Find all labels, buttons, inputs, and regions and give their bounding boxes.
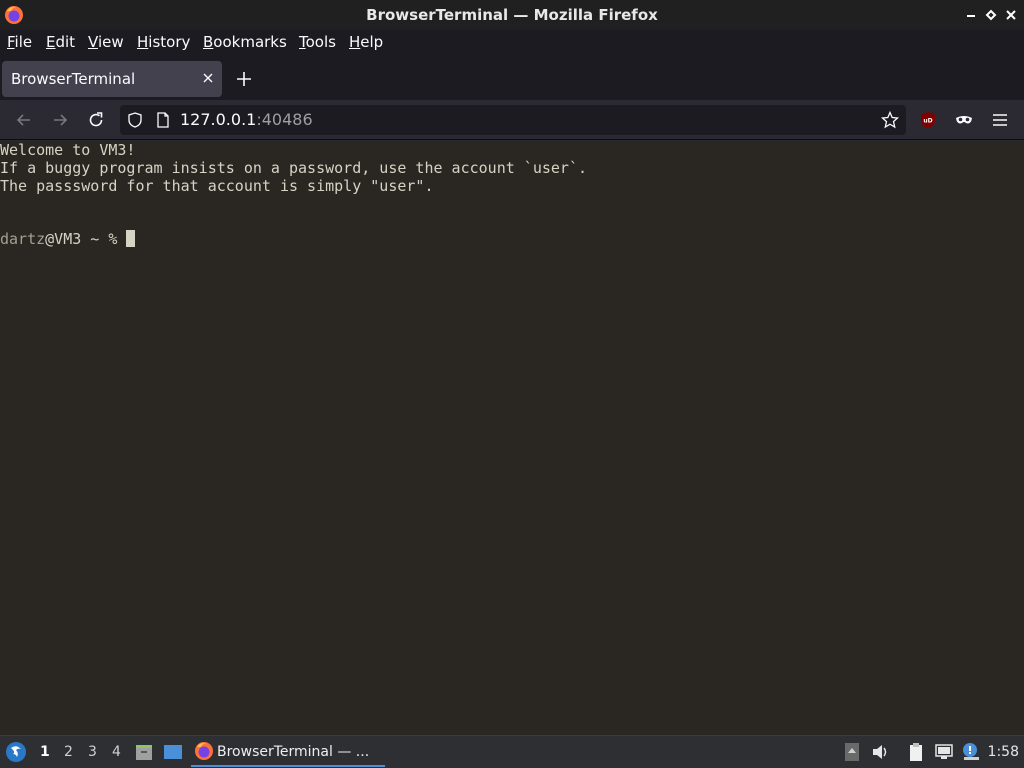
menu-edit[interactable]: Edit (46, 33, 75, 51)
firefox-icon (195, 742, 213, 760)
page-info-icon[interactable] (155, 112, 171, 128)
menu-tools[interactable]: Tools (299, 33, 336, 51)
workspace-3[interactable]: 3 (88, 744, 97, 760)
restore-icon[interactable] (982, 6, 1000, 24)
menu-bar: File Edit View History Bookmarks Tools H… (0, 30, 1024, 56)
window-titlebar: BrowserTerminal — Mozilla Firefox (0, 0, 1024, 30)
menu-history[interactable]: History (137, 33, 190, 51)
start-menu-icon[interactable] (5, 741, 27, 763)
close-tab-icon[interactable] (200, 70, 216, 86)
clipboard-icon[interactable] (906, 742, 926, 762)
private-browsing-mask-icon[interactable] (954, 110, 974, 130)
window-title: BrowserTerminal — Mozilla Firefox (366, 6, 658, 24)
terminal-line: Welcome to VM3! (0, 141, 136, 159)
file-manager-icon[interactable] (134, 742, 154, 762)
svg-text:uD: uD (923, 118, 932, 125)
scroll-up-icon[interactable] (842, 742, 862, 762)
workspace-2[interactable]: 2 (64, 744, 73, 760)
minimize-icon[interactable] (962, 6, 980, 24)
workspace-1[interactable]: 1 (40, 744, 50, 760)
prompt-username: dartz (0, 230, 46, 248)
taskbar-task-label: BrowserTerminal — ... (217, 744, 370, 760)
back-icon[interactable] (14, 110, 34, 130)
url-bar[interactable]: 127.0.0.1:40486 (120, 105, 906, 135)
tracking-protection-shield-icon[interactable] (127, 112, 143, 128)
network-icon[interactable] (934, 742, 954, 762)
menu-file[interactable]: File (7, 33, 32, 51)
close-window-icon[interactable] (1002, 6, 1020, 24)
workspace-4[interactable]: 4 (112, 744, 121, 760)
terminal-area[interactable]: Welcome to VM3! If a buggy program insis… (0, 141, 1024, 735)
taskbar-task-firefox[interactable]: BrowserTerminal — ... (191, 738, 385, 767)
menu-help[interactable]: Help (349, 33, 383, 51)
hamburger-menu-icon[interactable] (990, 110, 1010, 130)
menu-view[interactable]: View (88, 33, 124, 51)
terminal-line: The passsword for that account is simply… (0, 177, 434, 195)
tab-strip: BrowserTerminal (0, 56, 1024, 100)
terminal-line: If a buggy program insists on a password… (0, 159, 587, 177)
tab-browserterminal[interactable]: BrowserTerminal (2, 61, 222, 97)
menu-bookmarks[interactable]: Bookmarks (203, 33, 287, 51)
notification-icon[interactable] (961, 742, 981, 762)
taskbar: 1 2 3 4 BrowserTerminal — ... 1:58 (0, 735, 1024, 768)
clock[interactable]: 1:58 (988, 744, 1019, 760)
navigation-bar: 127.0.0.1:40486 uD (0, 100, 1024, 140)
new-tab-icon[interactable] (234, 69, 254, 89)
tab-label: BrowserTerminal (11, 70, 136, 88)
volume-icon[interactable] (870, 742, 890, 762)
terminal-cursor (126, 230, 136, 247)
url-text: 127.0.0.1:40486 (180, 110, 313, 129)
ublock-origin-icon[interactable]: uD (918, 110, 938, 130)
forward-icon[interactable] (50, 110, 70, 130)
bookmark-star-icon[interactable] (881, 111, 899, 129)
prompt-host: @VM3 ~ % (45, 230, 127, 248)
show-desktop-icon[interactable] (163, 742, 183, 762)
reload-icon[interactable] (86, 110, 106, 130)
terminal-prompt: dartz@VM3 ~ % (0, 230, 1024, 248)
